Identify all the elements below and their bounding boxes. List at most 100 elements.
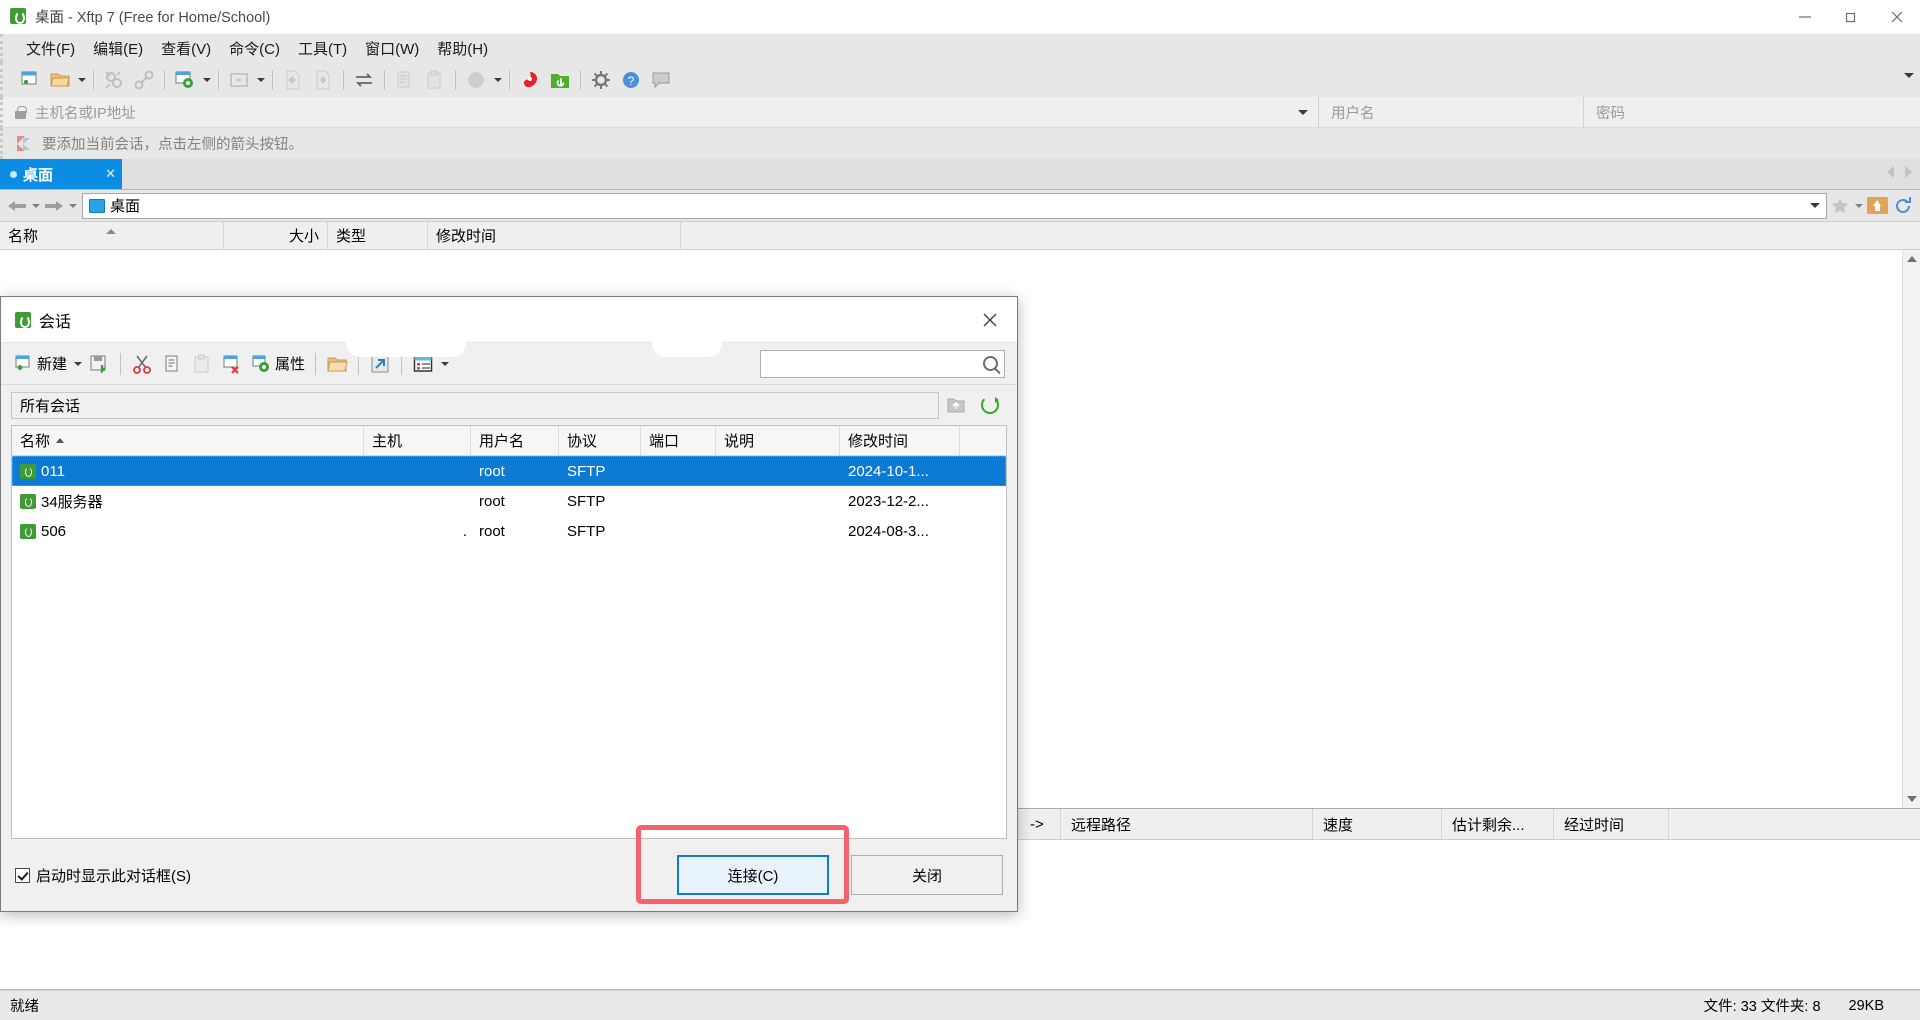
session-name: 011 [12, 463, 364, 480]
tab-scroll-right-icon[interactable] [1905, 166, 1912, 178]
menu-edit[interactable]: 编辑(E) [84, 35, 152, 62]
xshell-icon[interactable] [515, 66, 545, 94]
session-modified: 2023-12-2... [848, 492, 929, 510]
maximize-button[interactable] [1828, 0, 1874, 34]
table-row[interactable]: 34服务器 root SFTP 2023-12-2... [12, 486, 1006, 516]
comment-icon[interactable] [646, 66, 676, 94]
help-icon[interactable]: ? [616, 66, 646, 94]
col-speed[interactable]: 速度 [1313, 809, 1442, 839]
col-host[interactable]: 主机 [364, 426, 471, 455]
link-icon [129, 66, 159, 94]
col-modified[interactable]: 修改时间 [428, 222, 681, 249]
connect-button[interactable]: 连接(C) [677, 855, 829, 895]
window-title-document: 桌面 [35, 10, 64, 26]
menu-file[interactable]: 文件(F) [17, 35, 84, 62]
session-list[interactable]: 名称 主机 用户名 协议 端口 说明 修改时间 011 root SFTP 20… [11, 327, 1007, 839]
circle-menu-dropdown[interactable] [491, 66, 504, 94]
run-dropdown[interactable] [254, 66, 267, 94]
tab-scroll-left-icon[interactable] [1887, 166, 1894, 178]
col-eta[interactable]: 估计剩余... [1442, 809, 1554, 839]
col-username[interactable]: 用户名 [471, 426, 559, 455]
col-port[interactable]: 端口 [641, 426, 716, 455]
password-placeholder: 密码 [1596, 105, 1625, 122]
sync-transfer-icon[interactable] [349, 66, 379, 94]
refresh-icon[interactable] [973, 396, 1007, 414]
col-type[interactable]: 类型 [328, 222, 428, 249]
menu-window[interactable]: 窗口(W) [356, 35, 428, 62]
save-icon[interactable] [84, 348, 114, 380]
open-folder-icon[interactable] [322, 348, 352, 380]
arrow-left-icon[interactable] [4, 194, 30, 218]
current-folder-field[interactable]: 所有会话 [11, 391, 939, 419]
new-session-icon[interactable] [15, 66, 45, 94]
tab-close-icon[interactable]: ✕ [105, 166, 116, 182]
session-protocol: SFTP [567, 492, 606, 510]
chevron-down-icon[interactable] [1810, 203, 1820, 208]
search-icon[interactable] [983, 356, 998, 371]
col-modified[interactable]: 修改时间 [840, 426, 960, 455]
home-upload-icon[interactable] [1864, 194, 1890, 218]
scroll-up-icon[interactable] [1903, 250, 1920, 268]
title-bar: 桌面 - Xftp 7 (Free for Home/School) [0, 0, 1920, 34]
properties-button[interactable]: 属性 [247, 348, 309, 380]
open-folder-dropdown[interactable] [75, 66, 88, 94]
table-row[interactable]: 011 root SFTP 2024-10-1... [12, 456, 1006, 486]
password-field[interactable]: 密码 [1584, 97, 1920, 127]
settings-icon[interactable] [586, 66, 616, 94]
show-dialog-on-startup-checkbox[interactable] [15, 867, 30, 883]
folder-up-icon[interactable] [939, 395, 973, 415]
status-counts: 文件: 33 文件夹: 8 [1703, 999, 1821, 1015]
session-list-header: 名称 主机 用户名 协议 端口 说明 修改时间 [12, 426, 1006, 456]
search-input[interactable] [760, 349, 1005, 378]
col-remote-path[interactable]: 远程路径 [1061, 809, 1313, 839]
col-protocol[interactable]: 协议 [559, 426, 641, 455]
xftp-icon[interactable] [545, 66, 575, 94]
col-direction[interactable]: -> [1020, 809, 1061, 839]
delete-icon[interactable] [217, 348, 247, 380]
new-session-dropdown[interactable] [71, 350, 84, 378]
session-icon [20, 523, 36, 539]
col-name[interactable]: 名称 [12, 426, 364, 455]
cut-icon[interactable] [127, 348, 157, 380]
favorites-dropdown[interactable] [1853, 194, 1864, 218]
minimize-button[interactable] [1782, 0, 1828, 34]
close-button[interactable] [1874, 0, 1920, 34]
col-elapsed[interactable]: 经过时间 [1554, 809, 1669, 839]
col-description[interactable]: 说明 [716, 426, 840, 455]
session-modified: 2024-08-3... [848, 522, 929, 540]
tab-desktop[interactable]: 桌面 ✕ [0, 159, 122, 189]
status-bar: 就绪 文件: 33 文件夹: 8 29KB [0, 990, 1920, 1020]
toolbar-overflow-icon[interactable] [1904, 73, 1914, 78]
scroll-down-icon[interactable] [1903, 790, 1920, 808]
disconnect-icon [99, 66, 129, 94]
new-session-button[interactable]: 新建 [9, 348, 71, 380]
col-name[interactable]: 名称 [0, 222, 224, 249]
path-input[interactable]: 桌面 [82, 192, 1827, 219]
refresh-icon[interactable] [1890, 194, 1916, 218]
upload-icon [308, 66, 338, 94]
arrow-right-icon[interactable] [41, 194, 67, 218]
menu-tools[interactable]: 工具(T) [289, 35, 356, 62]
username-field[interactable]: 用户名 [1319, 97, 1584, 127]
menu-view[interactable]: 查看(V) [152, 35, 220, 62]
local-vertical-scrollbar[interactable] [1902, 250, 1920, 808]
session-properties-icon[interactable] [170, 66, 200, 94]
session-host: . [462, 522, 467, 540]
open-folder-icon[interactable] [45, 66, 75, 94]
menu-help[interactable]: 帮助(H) [428, 35, 497, 62]
copy-icon[interactable] [157, 348, 187, 380]
back-history-dropdown[interactable] [30, 194, 41, 218]
main-toolbar: ? [0, 62, 1920, 97]
circle-menu-icon [461, 66, 491, 94]
host-field[interactable]: 主机名或IP地址 [3, 97, 1319, 127]
menu-command[interactable]: 命令(C) [220, 35, 289, 62]
close-dialog-button[interactable]: 关闭 [851, 855, 1003, 895]
star-icon[interactable] [1827, 194, 1853, 218]
sessions-dialog: 会话 新建 属性 所有会话 名称 主机 用户名 协议 端口 说明 修改时间 01… [0, 296, 1018, 912]
chevron-down-icon[interactable] [1298, 110, 1308, 115]
dialog-close-button[interactable] [963, 297, 1017, 343]
table-row[interactable]: 506 . root SFTP 2024-08-3... [12, 516, 1006, 546]
col-size[interactable]: 大小 [224, 222, 328, 249]
session-properties-dropdown[interactable] [200, 66, 213, 94]
forward-history-dropdown[interactable] [67, 194, 78, 218]
